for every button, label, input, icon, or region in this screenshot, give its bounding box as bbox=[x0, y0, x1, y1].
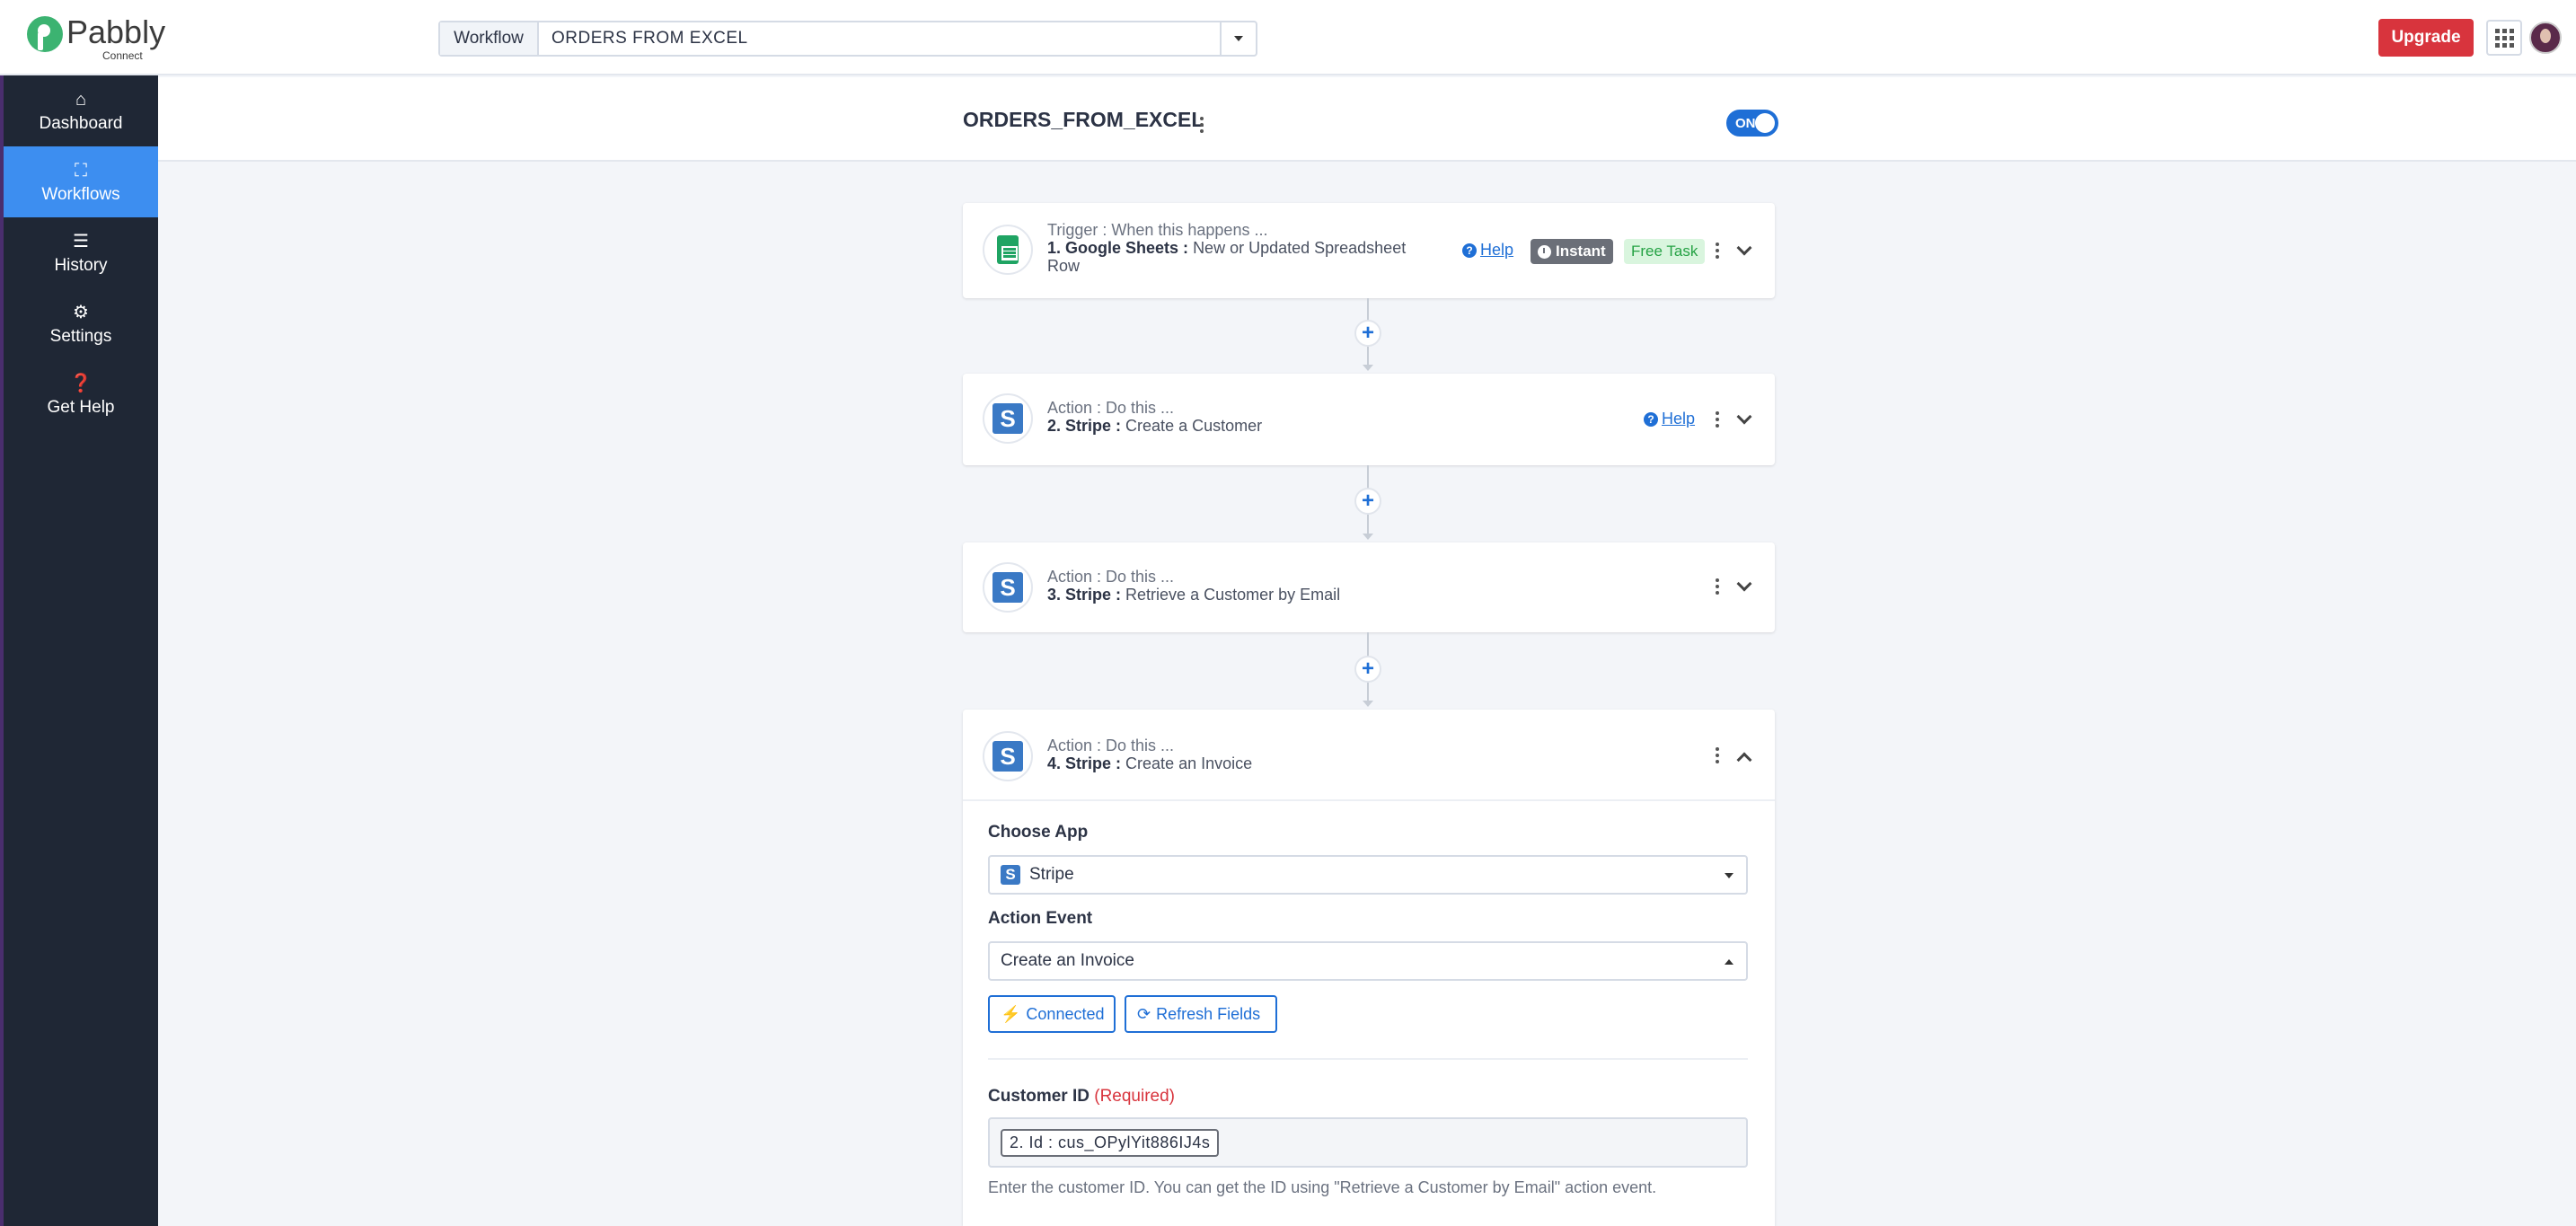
top-bar: Pabbly Connect Workflow ORDERS FROM EXCE… bbox=[0, 0, 2576, 75]
clock-icon bbox=[1538, 244, 1551, 259]
question-icon: ? bbox=[1644, 411, 1658, 427]
choose-app-label: Choose App bbox=[988, 823, 1089, 842]
question-icon: ❓ bbox=[69, 373, 93, 393]
workflow-selector-value[interactable]: ORDERS FROM EXCEL bbox=[539, 22, 1220, 55]
sidebar-item-label: Dashboard bbox=[39, 113, 123, 133]
list-icon: ☰ bbox=[73, 231, 89, 251]
step-card-create-invoice: S Action : Do this ... 4. Stripe : Creat… bbox=[963, 710, 1775, 1226]
sidebar-item-get-help[interactable]: ❓ Get Help bbox=[4, 359, 158, 430]
sidebar-item-dashboard[interactable]: ⌂ Dashboard bbox=[4, 75, 158, 146]
step-card-trigger[interactable]: Trigger : When this happens ... 1. Googl… bbox=[963, 203, 1775, 298]
step-name: 3. Stripe : Retrieve a Customer by Email bbox=[1047, 586, 1341, 604]
customer-id-input[interactable]: 2. Id : cus_OPylYit886IJ4s bbox=[988, 1117, 1748, 1168]
step-kind: Action : Do this ... bbox=[1047, 399, 1175, 417]
stripe-icon: S bbox=[983, 393, 1033, 444]
help-link[interactable]: ? Help bbox=[1462, 241, 1513, 260]
refresh-fields-button[interactable]: ⟳ Refresh Fields bbox=[1125, 995, 1277, 1033]
choose-app-value: Stripe bbox=[1029, 865, 1074, 884]
home-icon: ⌂ bbox=[75, 89, 87, 110]
pabbly-logo-icon bbox=[27, 16, 63, 52]
logo-name: Pabbly bbox=[66, 13, 166, 50]
sidebar-item-label: Settings bbox=[49, 326, 112, 346]
apps-grid-icon bbox=[2494, 28, 2514, 48]
step-kind: Trigger : When this happens ... bbox=[1047, 221, 1268, 239]
customer-id-label: Customer ID (Required) bbox=[988, 1087, 1176, 1106]
workflow-selector-label: Workflow bbox=[440, 22, 539, 55]
stripe-icon: S bbox=[983, 562, 1033, 613]
sidebar-item-settings[interactable]: ⚙ Settings bbox=[4, 288, 158, 359]
workflow-selector[interactable]: Workflow ORDERS FROM EXCEL bbox=[438, 21, 1257, 57]
choose-app-select[interactable]: S Stripe bbox=[988, 855, 1748, 895]
step-kind: Action : Do this ... bbox=[1047, 736, 1175, 754]
upgrade-button[interactable]: Upgrade bbox=[2378, 19, 2474, 57]
step-kind: Action : Do this ... bbox=[1047, 568, 1175, 586]
google-sheets-icon bbox=[983, 225, 1033, 275]
chevron-up-icon[interactable] bbox=[1736, 752, 1752, 768]
arrow-down-icon bbox=[1363, 701, 1373, 707]
step-menu-icon[interactable] bbox=[1716, 411, 1719, 428]
action-event-value: Create an Invoice bbox=[1001, 951, 1134, 970]
sidebar-item-label: Workflows bbox=[41, 184, 120, 204]
plug-icon: ⚡ bbox=[1001, 1004, 1021, 1023]
caret-down-icon bbox=[1725, 873, 1734, 878]
add-step-button[interactable]: + bbox=[1354, 656, 1381, 683]
free-task-badge: Free Task bbox=[1624, 239, 1706, 264]
caret-up-icon bbox=[1725, 959, 1734, 965]
pabbly-logo[interactable]: Pabbly Connect bbox=[27, 16, 165, 61]
toggle-label: ON bbox=[1735, 116, 1756, 131]
step-name: 1. Google Sheets : New or Updated Spread… bbox=[1047, 239, 1407, 275]
workflow-menu-icon[interactable] bbox=[1200, 117, 1204, 133]
add-step-button[interactable]: + bbox=[1354, 488, 1381, 515]
step-name: 2. Stripe : Create a Customer bbox=[1047, 417, 1263, 435]
workflow-title[interactable]: ORDERS_FROM_EXCEL bbox=[963, 108, 1204, 132]
customer-id-hint: Enter the customer ID. You can get the I… bbox=[988, 1178, 1657, 1196]
step-name: 4. Stripe : Create an Invoice bbox=[1047, 754, 1253, 772]
stripe-icon: S bbox=[1001, 865, 1020, 885]
mapped-field-token[interactable]: 2. Id : cus_OPylYit886IJ4s bbox=[1001, 1128, 1220, 1157]
instant-badge: Instant bbox=[1531, 239, 1613, 264]
logo-sub: Connect bbox=[102, 49, 143, 62]
workflow-toggle[interactable]: ON bbox=[1726, 110, 1778, 137]
workflow-selector-caret[interactable] bbox=[1220, 22, 1256, 55]
action-event-label: Action Event bbox=[988, 909, 1093, 928]
chevron-down-icon[interactable] bbox=[1736, 240, 1752, 256]
step-menu-icon[interactable] bbox=[1716, 243, 1719, 259]
step-menu-icon[interactable] bbox=[1716, 578, 1719, 595]
workflow-header: ORDERS_FROM_EXCEL ON bbox=[158, 77, 2576, 162]
apps-grid-button[interactable] bbox=[2486, 20, 2522, 56]
arrow-down-icon bbox=[1363, 365, 1373, 371]
chevron-down-icon[interactable] bbox=[1736, 576, 1752, 592]
action-event-select[interactable]: Create an Invoice bbox=[988, 941, 1748, 981]
add-step-button[interactable]: + bbox=[1354, 320, 1381, 347]
gear-icon: ⚙ bbox=[73, 302, 89, 322]
step-menu-icon[interactable] bbox=[1716, 747, 1719, 763]
user-avatar[interactable] bbox=[2529, 22, 2562, 54]
toggle-knob bbox=[1755, 113, 1775, 133]
step-editor: Choose App S Stripe Action Event Create … bbox=[963, 799, 1775, 1196]
sidebar-item-label: Get Help bbox=[47, 397, 115, 417]
step-card-create-customer[interactable]: S Action : Do this ... 2. Stripe : Creat… bbox=[963, 374, 1775, 465]
help-link[interactable]: ? Help bbox=[1644, 410, 1695, 428]
required-marker: (Required) bbox=[1094, 1087, 1176, 1106]
connected-button[interactable]: ⚡ Connected bbox=[988, 995, 1116, 1033]
caret-down-icon bbox=[1234, 36, 1243, 41]
workflow-icon: ⛶ bbox=[75, 160, 87, 181]
question-icon: ? bbox=[1462, 243, 1477, 258]
sidebar-item-workflows[interactable]: ⛶ Workflows bbox=[4, 146, 158, 217]
sidebar: ⌂ Dashboard ⛶ Workflows ☰ History ⚙ Sett… bbox=[0, 75, 158, 1226]
arrow-down-icon bbox=[1363, 534, 1373, 540]
stripe-icon: S bbox=[983, 731, 1033, 781]
divider bbox=[988, 1058, 1748, 1060]
sidebar-item-label: History bbox=[54, 255, 108, 275]
refresh-icon: ⟳ bbox=[1137, 1004, 1151, 1023]
logo-text: Pabbly Connect bbox=[66, 13, 166, 62]
sidebar-item-history[interactable]: ☰ History bbox=[4, 217, 158, 288]
chevron-down-icon[interactable] bbox=[1736, 409, 1752, 425]
step-card-retrieve-customer[interactable]: S Action : Do this ... 3. Stripe : Retri… bbox=[963, 542, 1775, 632]
